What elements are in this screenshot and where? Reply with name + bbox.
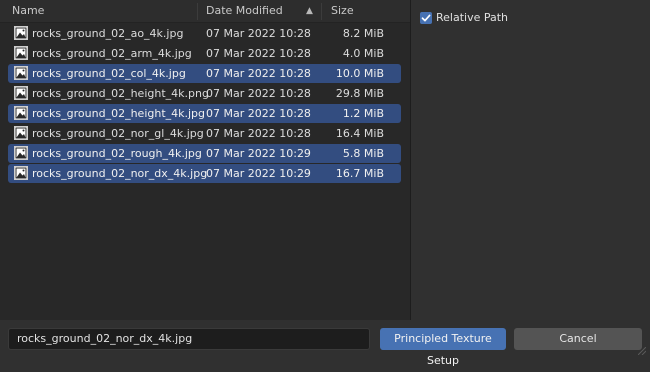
- image-file-icon: [14, 26, 28, 40]
- file-size: 8.2 MiB: [342, 27, 384, 40]
- image-file-icon: [14, 66, 28, 80]
- sort-ascending-icon[interactable]: ▲: [306, 0, 313, 22]
- relative-path-label[interactable]: Relative Path: [436, 10, 508, 26]
- column-divider[interactable]: [321, 3, 322, 20]
- resize-grip-icon[interactable]: [638, 347, 646, 355]
- cancel-button[interactable]: Cancel: [514, 328, 642, 350]
- file-size: 16.7 MiB: [335, 167, 384, 180]
- file-name: rocks_ground_02_rough_4k.jpg: [32, 147, 202, 160]
- image-file-icon: [14, 86, 28, 100]
- file-size: 16.4 MiB: [335, 127, 384, 140]
- file-row[interactable]: rocks_ground_02_nor_gl_4k.jpg 07 Mar 2022…: [8, 124, 401, 143]
- file-size: 4.0 MiB: [342, 47, 384, 60]
- file-size: 29.8 MiB: [335, 87, 384, 100]
- file-name: rocks_ground_02_nor_gl_4k.jpg: [32, 127, 204, 140]
- footer-bar: rocks_ground_02_nor_dx_4k.jpg Principled…: [0, 320, 650, 367]
- file-size: 10.0 MiB: [335, 67, 384, 80]
- file-date: 07 Mar 2022 10:28: [206, 67, 311, 80]
- relative-path-checkbox[interactable]: [420, 12, 432, 24]
- file-row[interactable]: rocks_ground_02_height_4k.png 07 Mar 2022…: [8, 84, 401, 103]
- file-name: rocks_ground_02_height_4k.png: [32, 87, 209, 100]
- checkmark-icon: [421, 14, 431, 22]
- file-row[interactable]: rocks_ground_02_nor_dx_4k.jpg 07 Mar 2022…: [8, 164, 401, 183]
- file-date: 07 Mar 2022 10:28: [206, 107, 311, 120]
- file-row[interactable]: rocks_ground_02_height_4k.jpg 07 Mar 2022…: [8, 104, 401, 123]
- file-row[interactable]: rocks_ground_02_arm_4k.jpg 07 Mar 2022 10…: [8, 44, 401, 63]
- file-row[interactable]: rocks_ground_02_ao_4k.jpg 07 Mar 2022 10:…: [8, 24, 401, 43]
- options-panel: Relative Path: [411, 0, 650, 320]
- file-date: 07 Mar 2022 10:28: [206, 127, 311, 140]
- file-size: 5.8 MiB: [342, 147, 384, 160]
- file-name: rocks_ground_02_nor_dx_4k.jpg: [32, 167, 208, 180]
- file-name: rocks_ground_02_arm_4k.jpg: [32, 47, 192, 60]
- image-file-icon: [14, 166, 28, 180]
- image-file-icon: [14, 146, 28, 160]
- file-name: rocks_ground_02_ao_4k.jpg: [32, 27, 184, 40]
- file-date: 07 Mar 2022 10:28: [206, 87, 311, 100]
- file-name: rocks_ground_02_col_4k.jpg: [32, 67, 186, 80]
- image-file-icon: [14, 126, 28, 140]
- column-header: Name Date Modified ▲ Size: [0, 0, 410, 23]
- column-name-header[interactable]: Name: [12, 0, 44, 22]
- file-date: 07 Mar 2022 10:29: [206, 167, 311, 180]
- image-file-icon: [14, 106, 28, 120]
- column-size-header[interactable]: Size: [331, 0, 354, 22]
- file-browser: Name Date Modified ▲ Size rocks_ground_0…: [0, 0, 411, 320]
- file-date: 07 Mar 2022 10:29: [206, 147, 311, 160]
- image-file-icon: [14, 46, 28, 60]
- principled-texture-setup-button[interactable]: Principled Texture Setup: [380, 328, 506, 367]
- file-row[interactable]: rocks_ground_02_col_4k.jpg 07 Mar 2022 10…: [8, 64, 401, 83]
- column-divider[interactable]: [197, 3, 198, 20]
- file-row[interactable]: rocks_ground_02_rough_4k.jpg 07 Mar 2022 …: [8, 144, 401, 163]
- file-name: rocks_ground_02_height_4k.jpg: [32, 107, 206, 120]
- file-date: 07 Mar 2022 10:28: [206, 27, 311, 40]
- file-size: 1.2 MiB: [342, 107, 384, 120]
- column-date-header[interactable]: Date Modified: [206, 0, 283, 22]
- filename-input[interactable]: rocks_ground_02_nor_dx_4k.jpg: [8, 328, 370, 350]
- file-date: 07 Mar 2022 10:28: [206, 47, 311, 60]
